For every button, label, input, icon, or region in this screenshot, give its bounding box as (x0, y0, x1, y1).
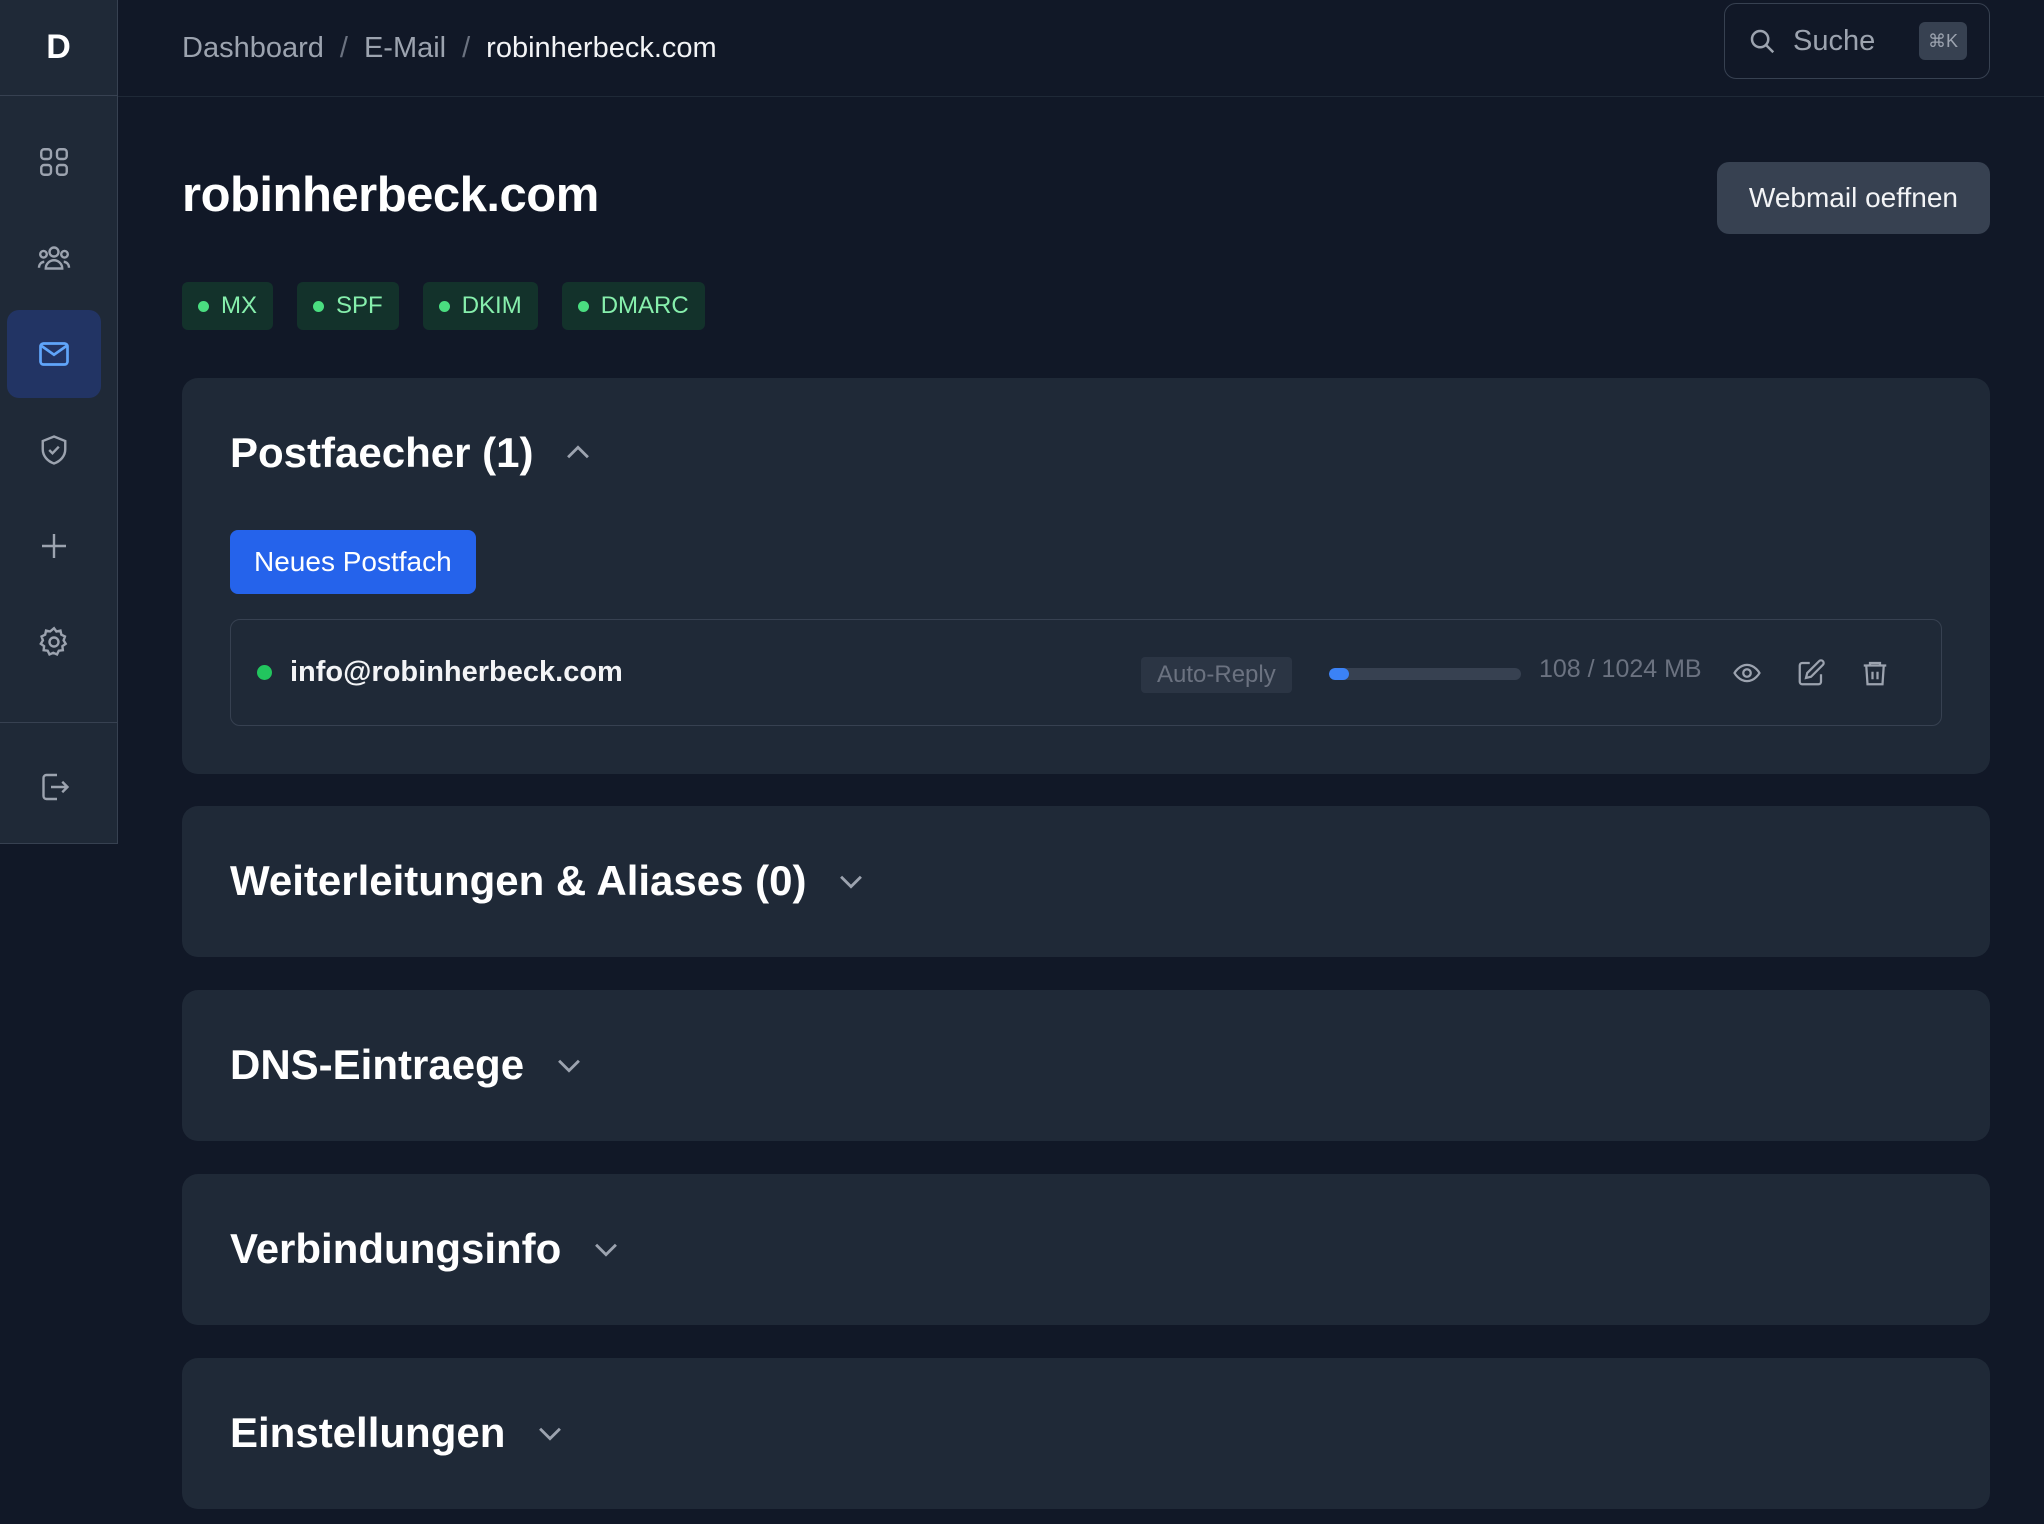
sidebar-bottom (0, 722, 117, 839)
chevron-down-icon (539, 1427, 562, 1441)
quota-text: 108 / 1024 MB (1539, 655, 1702, 683)
mailboxes-title: Postfaecher (1) (230, 429, 534, 476)
delete-mailbox-button[interactable] (1855, 653, 1895, 693)
mailbox-row: info@robinherbeck.com Auto-Reply 108 / 1… (230, 619, 1942, 726)
mailbox-address: info@robinherbeck.com (290, 656, 623, 688)
view-mailbox-button[interactable] (1727, 653, 1767, 693)
chevron-up-icon (567, 445, 590, 459)
chevron-down-icon (558, 1059, 580, 1073)
status-dot (198, 300, 209, 312)
search-label: Suche (1793, 24, 1876, 57)
dns-section: DNS-Eintraege (182, 990, 1990, 1141)
search-shortcut: ⌘K (1918, 22, 1967, 60)
badge-label: DKIM (461, 292, 522, 319)
connection-section-header[interactable]: Verbindungsinfo (182, 1174, 1990, 1324)
search-button[interactable]: Suche ⌘K (1724, 3, 1990, 79)
title-row: robinherbeck.com Webmail oeffnen MX SPF … (182, 97, 1990, 330)
sidebar-item-users[interactable] (7, 214, 101, 302)
shield-icon (41, 435, 67, 465)
main-content: robinherbeck.com Webmail oeffnen MX SPF … (182, 97, 1990, 1509)
edit-mailbox-button[interactable] (1791, 653, 1831, 693)
forwards-section: Weiterleitungen & Aliases (0) (182, 806, 1990, 957)
dns-title: DNS-Eintraege (230, 1041, 525, 1088)
plus-icon (42, 534, 66, 558)
connection-section: Verbindungsinfo (182, 1174, 1990, 1325)
sidebar-nav (0, 96, 117, 686)
settings-title: Einstellungen (230, 1409, 506, 1456)
app-logo[interactable]: D (0, 0, 117, 96)
sidebar-item-security[interactable] (7, 406, 101, 494)
status-badge-mx: MX (182, 282, 273, 330)
breadcrumb: Dashboard / E-Mail / robinherbeck.com (182, 32, 717, 65)
chevron-down-icon (840, 875, 863, 889)
badge-label: SPF (336, 292, 383, 319)
open-webmail-button[interactable]: Webmail oeffnen (1716, 162, 1990, 234)
quota-bar (1329, 668, 1521, 680)
eye-icon (1733, 663, 1761, 683)
gear-icon (39, 626, 68, 657)
sidebar-item-email[interactable] (7, 310, 101, 398)
mail-icon (39, 342, 69, 366)
status-dot (438, 300, 450, 312)
mailboxes-section-header[interactable]: Postfaecher (1) (182, 378, 1990, 528)
settings-section: Einstellungen (182, 1358, 1990, 1509)
sidebar-item-logout[interactable] (7, 743, 101, 831)
edit-icon (1798, 659, 1825, 686)
status-dot (577, 300, 589, 312)
quota-bar-fill (1329, 668, 1350, 680)
users-icon (37, 246, 71, 270)
chevron-down-icon (595, 1243, 618, 1257)
breadcrumb-separator: / (339, 31, 348, 64)
status-badge-spf: SPF (297, 282, 399, 330)
page-title: robinherbeck.com (182, 168, 599, 222)
logout-icon (42, 773, 70, 801)
forwards-section-header[interactable]: Weiterleitungen & Aliases (0) (182, 806, 1990, 956)
grid-icon (40, 148, 68, 176)
sidebar-item-dashboard[interactable] (7, 118, 101, 206)
settings-section-header[interactable]: Einstellungen (182, 1358, 1990, 1508)
dns-section-header[interactable]: DNS-Eintraege (182, 990, 1990, 1140)
breadcrumb-email[interactable]: E-Mail (364, 32, 446, 65)
badge-label: DMARC (600, 292, 689, 319)
sidebar: D (0, 0, 118, 844)
topbar: Dashboard / E-Mail / robinherbeck.com Su… (118, 0, 2044, 97)
sidebar-item-add[interactable] (7, 502, 101, 590)
forwards-title: Weiterleitungen & Aliases (0) (230, 857, 807, 904)
auto-reply-badge: Auto-Reply (1141, 657, 1292, 693)
connection-title: Verbindungsinfo (230, 1225, 562, 1272)
sidebar-item-settings[interactable] (7, 598, 101, 686)
breadcrumb-current: robinherbeck.com (486, 31, 717, 64)
status-badge-dkim: DKIM (422, 282, 538, 330)
trash-icon (1863, 661, 1887, 686)
status-badge-dmarc: DMARC (561, 282, 705, 330)
dns-badges: MX SPF DKIM DMARC (182, 282, 705, 330)
breadcrumb-dashboard[interactable]: Dashboard (182, 32, 324, 65)
new-mailbox-button[interactable]: Neues Postfach (230, 530, 476, 594)
mailboxes-section: Postfaecher (1) Neues Postfach info@robi… (182, 378, 1990, 774)
breadcrumb-separator: / (462, 31, 471, 64)
mailbox-status-dot (257, 665, 272, 680)
search-icon (1750, 29, 1775, 54)
status-dot (313, 300, 324, 312)
badge-label: MX (221, 292, 257, 319)
